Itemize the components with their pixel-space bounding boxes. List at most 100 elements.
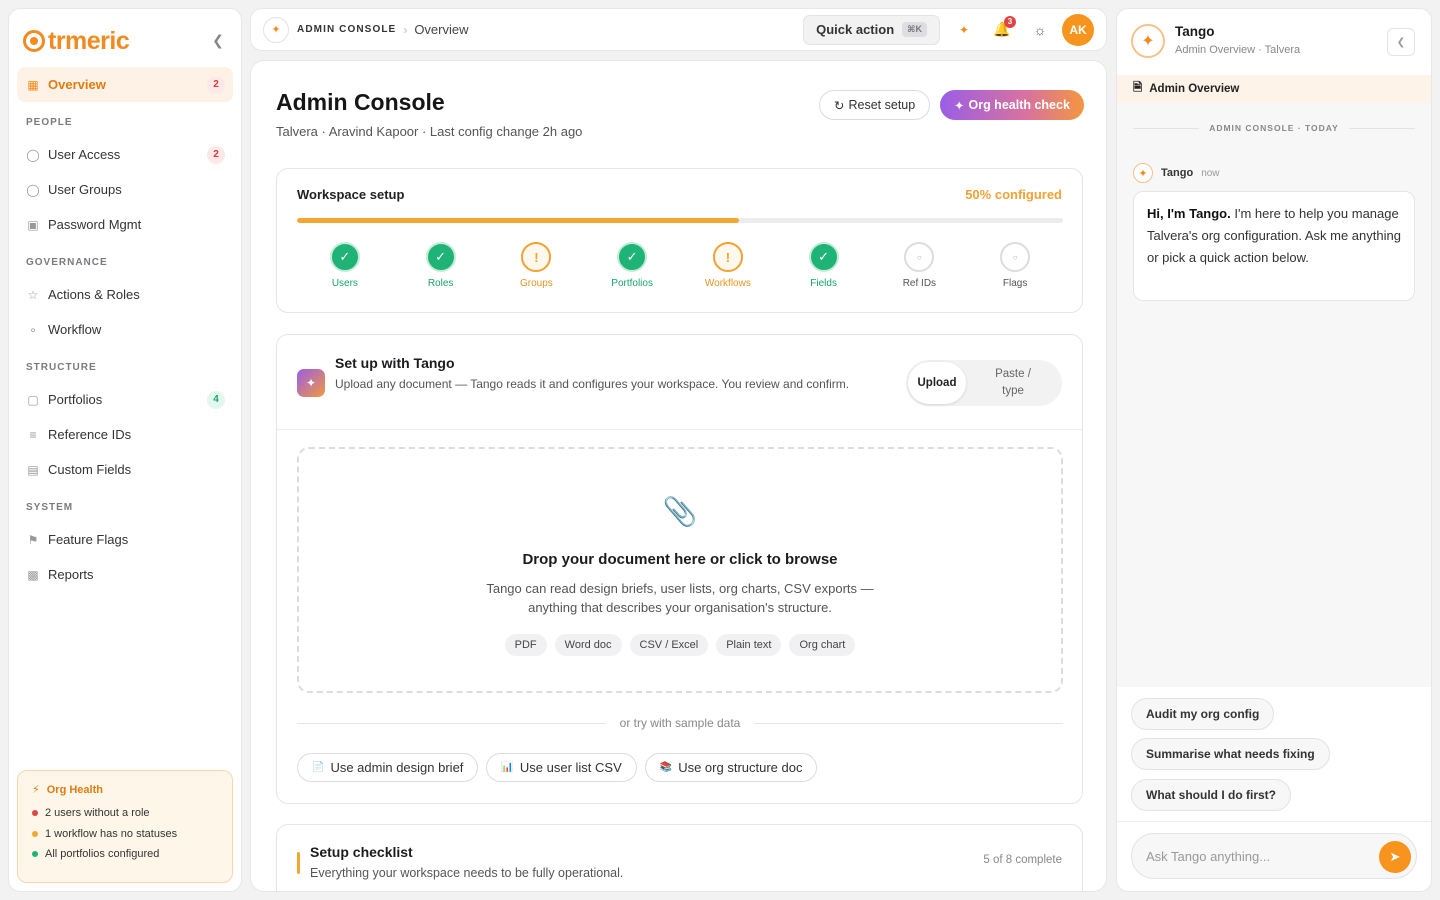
sidebar-item-user-groups[interactable]: ◯ User Groups (17, 172, 233, 207)
sidebar-item-reference-ids[interactable]: ≡ Reference IDs (17, 417, 233, 452)
chat-date-divider: ADMIN CONSOLE · TODAY (1133, 123, 1415, 133)
dropzone-desc: Tango can read design briefs, user lists… (486, 581, 874, 615)
org-health-text: 1 workflow has no statuses (45, 827, 178, 840)
toggle-upload[interactable]: Upload (908, 362, 966, 404)
sidebar-item-password-mgmt[interactable]: ▣ Password Mgmt (17, 207, 233, 242)
sidebar-item-feature-flags[interactable]: ⚑ Feature Flags (17, 522, 233, 557)
step-workflows[interactable]: ! Workflows (680, 242, 776, 289)
sun-icon[interactable]: ☼ (1026, 16, 1054, 44)
topbar: ✦ ADMIN CONSOLE › Overview Quick action … (250, 8, 1107, 51)
step-label: Workflows (704, 278, 751, 289)
user-icon: ◯ (26, 147, 40, 162)
lock-icon: ▣ (27, 217, 39, 232)
form-icon: ▤ (27, 462, 39, 477)
grid-icon: ▦ (27, 77, 39, 92)
sample-design-brief-button[interactable]: 📄 Use admin design brief (297, 753, 479, 782)
count-badge: 2 (207, 75, 225, 94)
document-dropzone[interactable]: 📎 Drop your document here or click to br… (297, 447, 1063, 693)
chat-input[interactable] (1131, 833, 1417, 879)
sidebar-item-reports[interactable]: ▩ Reports (17, 557, 233, 592)
format-chips: PDF Word doc CSV / Excel Plain text Org … (299, 634, 1061, 656)
reset-setup-button[interactable]: ↻ Reset setup (819, 90, 931, 120)
tango-avatar-icon: ✦ (1131, 24, 1165, 58)
suggestion-summarise-button[interactable]: Summarise what needs fixing (1131, 738, 1330, 770)
avatar[interactable]: AK (1062, 13, 1094, 46)
step-label: Portfolios (611, 278, 653, 289)
send-icon[interactable]: ➤ (1379, 841, 1411, 873)
step-groups[interactable]: ! Groups (489, 242, 585, 289)
count-badge: 4 (207, 390, 225, 409)
books-icon: 📚 (659, 762, 673, 773)
org-health-text: All portfolios configured (45, 848, 160, 861)
warning-icon: ! (521, 242, 552, 272)
bar-chart-icon: ▩ (27, 567, 39, 582)
breadcrumb[interactable]: Overview (414, 22, 468, 37)
checklist-title: Setup checklist (310, 844, 413, 860)
sidebar-item-actions-roles[interactable]: ☆ Actions & Roles (17, 277, 233, 312)
step-portfolios[interactable]: ✓ Portfolios (584, 242, 680, 289)
input-mode-toggle: Upload Paste / type (906, 360, 1062, 406)
sidebar-item-overview[interactable]: ▦ Overview 2 (17, 67, 233, 102)
sidebar-item-label: User Groups (48, 182, 122, 197)
page-title: Admin Console (276, 89, 445, 115)
sample-user-list-button[interactable]: 📊 Use user list CSV (486, 753, 637, 782)
suggestion-audit-button[interactable]: Audit my org config (1131, 698, 1275, 730)
main-content: Admin Console Talvera · Aravind Kapoor ·… (250, 60, 1107, 892)
org-health-title: Org Health (46, 783, 103, 796)
step-label: Groups (519, 278, 553, 289)
step-label: Users (331, 278, 358, 289)
message-time: now (1201, 167, 1220, 179)
suggestion-list: Audit my org config Summarise what needs… (1117, 687, 1431, 821)
collapse-sidebar-icon[interactable]: ❮ (209, 31, 227, 49)
collapse-panel-icon[interactable]: ❮ (1387, 28, 1415, 56)
sidebar-item-custom-fields[interactable]: ▤ Custom Fields (17, 452, 233, 487)
step-label: Ref IDs (902, 278, 937, 289)
sample-org-structure-button[interactable]: 📚 Use org structure doc (644, 753, 818, 782)
setup-steps: ✓ Users ✓ Roles ! Groups ✓ Portfolios ! … (297, 242, 1063, 289)
quick-action-label: Quick action (816, 22, 895, 37)
divider-line (1133, 127, 1200, 129)
chat-message: Hi, I'm Tango. I'm here to help you mana… (1133, 191, 1415, 301)
format-chip: CSV / Excel (629, 634, 709, 656)
sidebar-item-label: Actions & Roles (48, 287, 140, 302)
org-health-check-button[interactable]: ✦ Org health check (940, 90, 1084, 120)
sidebar-item-user-access[interactable]: ◯ User Access 2 (17, 137, 233, 172)
checklist-count: 5 of 8 complete (983, 854, 1062, 866)
step-ref-ids[interactable]: ○ Ref IDs (872, 242, 968, 289)
tango-setup-header: ✦ Set up with Tango Upload any document … (277, 335, 1082, 430)
empty-circle-icon: ○ (1000, 242, 1031, 272)
sparkle-icon[interactable]: ✦ (950, 16, 978, 44)
org-health-panel[interactable]: ⚡ Org Health 2 users without a role 1 wo… (17, 770, 233, 883)
sidebar-item-label: User Access (48, 147, 121, 162)
step-flags[interactable]: ○ Flags (967, 242, 1063, 289)
health-label: Org health check (968, 98, 1070, 112)
chat-input-area: ➤ (1117, 821, 1431, 891)
warning-icon: ! (712, 242, 743, 272)
tango-setup-card: ✦ Set up with Tango Upload any document … (276, 334, 1083, 804)
status-dot-green (32, 851, 38, 858)
workspace-setup-card: Workspace setup 50% configured ✓ Users ✓… (276, 168, 1083, 313)
org-health-row: All portfolios configured (32, 844, 218, 865)
brand-logo[interactable]: trmeric (23, 23, 130, 59)
org-health-row: 1 workflow has no statuses (32, 824, 218, 845)
setup-checklist-card[interactable]: Setup checklist Everything your workspac… (276, 824, 1083, 891)
divider-text: ADMIN CONSOLE · TODAY (1209, 123, 1339, 133)
list-icon: ≡ (29, 427, 37, 442)
step-fields[interactable]: ✓ Fields (776, 242, 872, 289)
toggle-paste-type[interactable]: Paste / type (966, 362, 1060, 404)
section-system: SYSTEM (26, 502, 74, 513)
suggestion-first-button[interactable]: What should I do first? (1131, 779, 1291, 811)
step-roles[interactable]: ✓ Roles (393, 242, 489, 289)
quick-action-button[interactable]: Quick action ⌘K (803, 14, 940, 45)
sample-label: Use admin design brief (330, 760, 464, 775)
tango-context-sub: Admin Overview · Talvera (1175, 44, 1301, 56)
sidebar-item-label: Feature Flags (48, 532, 129, 547)
tango-setup-desc: Upload any document — Tango reads it and… (335, 377, 850, 391)
bell-icon[interactable]: 🔔 3 (988, 15, 1016, 44)
step-users[interactable]: ✓ Users (297, 242, 393, 289)
org-health-row: 2 users without a role (32, 803, 218, 824)
sidebar-item-workflow[interactable]: ∘ Workflow (17, 312, 233, 347)
sparkle-icon: ✦ (297, 369, 325, 397)
context-label: Admin Overview (1149, 83, 1240, 95)
sidebar-item-portfolios[interactable]: ▢ Portfolios 4 (17, 382, 233, 417)
